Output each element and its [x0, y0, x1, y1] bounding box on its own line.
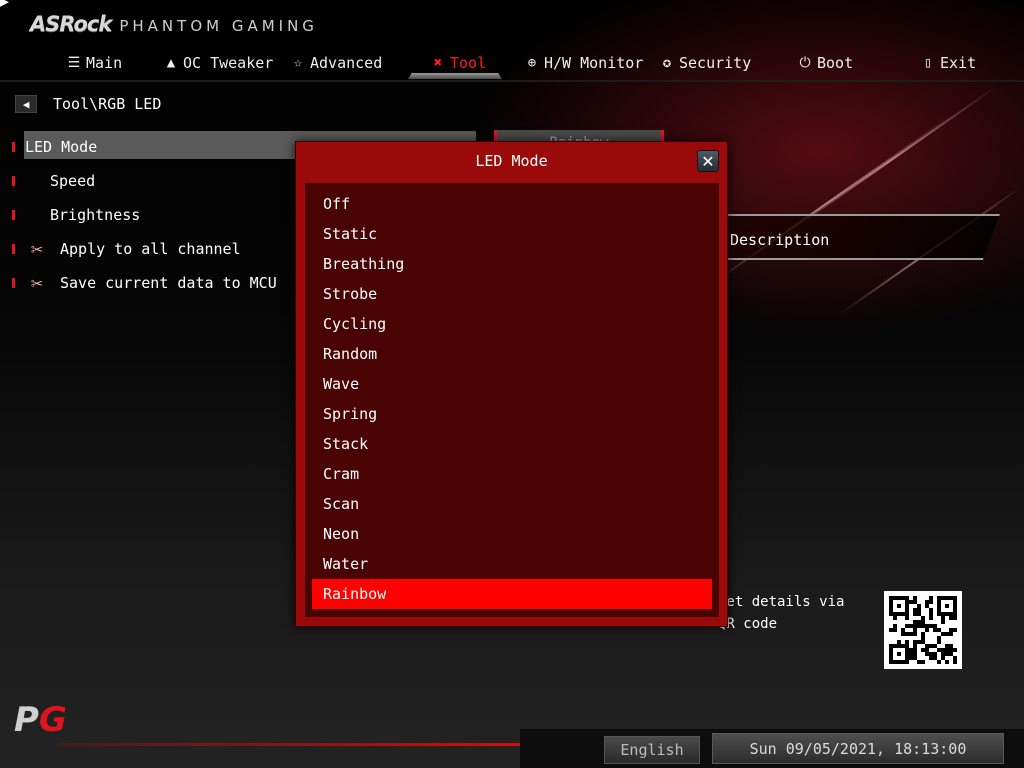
- option-water[interactable]: Water: [312, 549, 712, 579]
- tab-tool[interactable]: ✖ Tool: [430, 50, 486, 76]
- tab-label: OC Tweaker: [183, 54, 274, 72]
- rocket-icon: ▲: [166, 55, 176, 71]
- item-marker: [12, 210, 15, 220]
- menu-item-label: Save current data to MCU: [60, 274, 277, 292]
- footer-accent-line: [60, 743, 520, 746]
- close-button[interactable]: ✕: [697, 150, 719, 172]
- option-scan[interactable]: Scan: [312, 489, 712, 519]
- option-rainbow[interactable]: Rainbow: [312, 579, 712, 609]
- power-icon: ⏻: [799, 55, 811, 71]
- option-breathing[interactable]: Breathing: [312, 249, 712, 279]
- item-marker: [12, 244, 15, 254]
- top-nav: ☰ Main ▲ OC Tweaker ☆ Advanced ✖ Tool ⊕ …: [0, 50, 1024, 82]
- tab-boot[interactable]: ⏻ Boot: [797, 50, 853, 76]
- tools-icon: ✂: [31, 271, 44, 295]
- tab-label: Advanced: [310, 54, 383, 72]
- tab-label: Boot: [817, 54, 854, 72]
- led-mode-dialog: LED Mode ✕ Off Static Breathing Strobe C…: [295, 141, 728, 627]
- active-tab-indicator: [408, 73, 502, 79]
- item-marker: [12, 278, 15, 288]
- menu-item-label: LED Mode: [25, 138, 98, 156]
- tab-advanced[interactable]: ☆ Advanced: [290, 50, 382, 76]
- tab-oc-tweaker[interactable]: ▲ OC Tweaker: [163, 50, 274, 76]
- tools-icon: ✖: [433, 55, 443, 71]
- option-stack[interactable]: Stack: [312, 429, 712, 459]
- tab-security[interactable]: ✪ Security: [659, 50, 751, 76]
- mouse-cursor: [0, 0, 9, 12]
- item-marker: [12, 142, 15, 152]
- datetime-display: Sun 09/05/2021, 18:13:00: [712, 733, 1004, 764]
- item-marker: [12, 176, 15, 186]
- back-arrow-icon: ◀: [22, 97, 30, 111]
- tab-label: Main: [86, 54, 123, 72]
- menu-item-label: Brightness: [50, 206, 141, 224]
- door-icon: ▯: [923, 55, 933, 71]
- tools-icon: ✂: [31, 237, 44, 261]
- list-icon: ☰: [67, 55, 81, 71]
- tab-label: Exit: [940, 54, 977, 72]
- brand-logo: ASRock PHANTOM GAMING: [30, 12, 318, 36]
- breadcrumb: ◀ Tool\RGB LED: [15, 95, 161, 113]
- crosshair-icon: ⊕: [527, 55, 537, 71]
- brand-name: ASRock: [30, 12, 112, 36]
- tab-exit[interactable]: ▯ Exit: [920, 50, 976, 76]
- tab-label: Security: [679, 54, 752, 72]
- tab-label: Tool: [450, 54, 487, 72]
- tab-label: H/W Monitor: [544, 54, 644, 72]
- option-cram[interactable]: Cram: [312, 459, 712, 489]
- description-label: Description: [730, 231, 830, 249]
- back-button[interactable]: ◀: [15, 95, 37, 113]
- option-neon[interactable]: Neon: [312, 519, 712, 549]
- menu-item-label: Speed: [50, 172, 96, 190]
- qr-caption: Get details via QR code: [718, 594, 845, 632]
- option-list: Off Static Breathing Strobe Cycling Rand…: [305, 183, 719, 617]
- phantom-gaming-logo: PG: [14, 700, 67, 740]
- tab-main[interactable]: ☰ Main: [66, 50, 122, 76]
- breadcrumb-path: Tool\RGB LED: [53, 95, 162, 113]
- language-button[interactable]: English: [604, 736, 700, 764]
- badge-icon: ✪: [662, 55, 672, 71]
- option-strobe[interactable]: Strobe: [312, 279, 712, 309]
- star-icon: ☆: [293, 55, 303, 71]
- brand-subtitle: PHANTOM GAMING: [119, 17, 318, 35]
- option-cycling[interactable]: Cycling: [312, 309, 712, 339]
- qr-code: [884, 591, 962, 669]
- nav-divider: [0, 80, 1024, 82]
- option-wave[interactable]: Wave: [312, 369, 712, 399]
- option-random[interactable]: Random: [312, 339, 712, 369]
- option-static[interactable]: Static: [312, 219, 712, 249]
- option-spring[interactable]: Spring: [312, 399, 712, 429]
- menu-item-label: Apply to all channel: [60, 240, 241, 258]
- option-off[interactable]: Off: [312, 189, 712, 219]
- close-icon: ✕: [701, 151, 715, 171]
- tab-hw-monitor[interactable]: ⊕ H/W Monitor: [524, 50, 644, 76]
- dialog-title: LED Mode: [475, 152, 548, 170]
